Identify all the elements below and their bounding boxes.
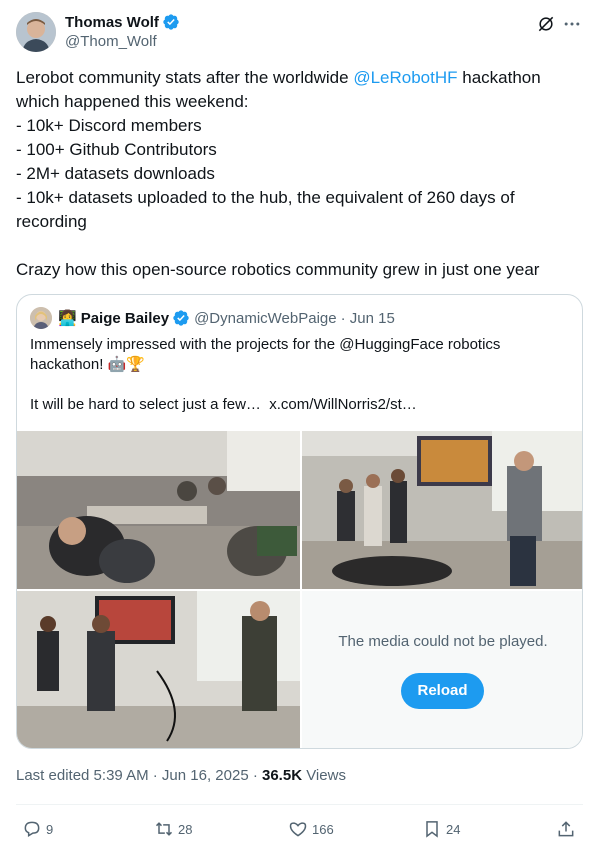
views-label: Views [302, 767, 346, 784]
author-handle[interactable]: @Thom_Wolf [65, 33, 157, 50]
repost-icon [155, 822, 173, 836]
reply-count: 9 [46, 821, 54, 837]
heart-icon [289, 822, 307, 837]
grok-icon[interactable] [536, 14, 556, 34]
repost-button[interactable]: 28 [154, 814, 192, 844]
bookmark-icon [426, 821, 438, 838]
tweet-meta: Last edited 5:39 AM · Jun 16, 2025 · 36.… [16, 767, 346, 784]
media-error-message: The media could not be played. [338, 633, 548, 650]
mention-link[interactable]: @LeRobotHF [353, 68, 457, 87]
quoted-author-avatar[interactable] [30, 307, 52, 329]
repost-count: 28 [178, 821, 193, 837]
tweet-text-start: Lerobot community stats after the worldw… [16, 68, 354, 87]
media-video-placeholder: The media could not be played. Reload [302, 591, 582, 748]
tweet-text-rest: hackathon which happened this weekend: -… [16, 68, 541, 279]
quoted-author-handle[interactable]: @DynamicWebPaige [194, 310, 337, 327]
views-count: 36.5K [262, 767, 303, 784]
media-photo-1[interactable] [17, 431, 300, 589]
quoted-author-name[interactable]: Paige Bailey [81, 310, 169, 327]
divider [16, 804, 583, 805]
share-icon [558, 821, 574, 837]
author-avatar[interactable] [16, 12, 56, 52]
tweet-header: Thomas Wolf @Thom_Wolf [16, 12, 584, 56]
quoted-tweet[interactable]: 👩‍💻 Paige Bailey @DynamicWebPaige · Jun … [16, 294, 583, 749]
edited-timestamp[interactable]: Last edited 5:39 AM · Jun 16, 2025 · [16, 767, 262, 784]
reply-icon [24, 821, 40, 837]
author-name[interactable]: Thomas Wolf [65, 14, 159, 31]
reply-button[interactable]: 9 [22, 814, 53, 844]
like-count: 166 [312, 821, 334, 837]
verified-badge-icon [163, 14, 179, 30]
more-options-icon[interactable] [562, 14, 582, 34]
quoted-author-emoji: 👩‍💻 [58, 310, 77, 327]
quoted-tweet-date[interactable]: · Jun 15 [341, 310, 395, 327]
reload-button[interactable]: Reload [401, 673, 484, 709]
like-button[interactable]: 166 [288, 814, 334, 844]
quoted-tweet-text: Immensely impressed with the projects fo… [30, 336, 501, 413]
quoted-tweet-header: 👩‍💻 Paige Bailey @DynamicWebPaige · Jun … [30, 307, 395, 329]
bookmark-button[interactable]: 24 [422, 814, 460, 844]
media-photo-2[interactable] [302, 431, 582, 589]
share-button[interactable] [556, 814, 576, 844]
media-photo-3[interactable] [17, 591, 300, 748]
quoted-verified-badge-icon [173, 310, 189, 326]
media-grid: The media could not be played. Reload [17, 431, 582, 748]
tweet-text: Lerobot community stats after the worldw… [16, 66, 576, 282]
action-bar: 9 28 166 24 [16, 814, 583, 844]
bookmark-count: 24 [446, 821, 461, 837]
